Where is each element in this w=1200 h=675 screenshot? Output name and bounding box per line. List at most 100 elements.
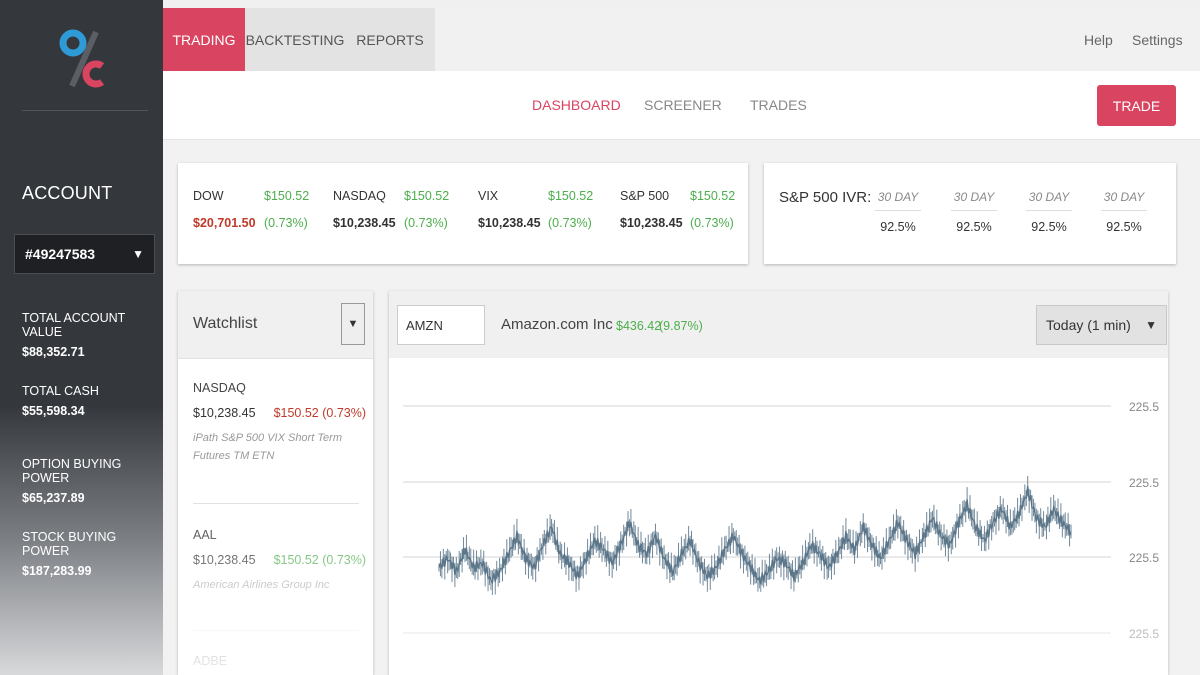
metric-value: $55,598.34 (22, 404, 85, 418)
watchlist-quote-row: $10,238.45 $150.52 (0.73%) (193, 553, 367, 567)
metric-label: OPTION BUYING POWER (22, 457, 122, 485)
ivr-column-header: 30 DAY (1101, 190, 1147, 211)
caret-down-icon: ▼ (347, 318, 359, 330)
price-chart[interactable]: 225.5 225.5 225.5 225.5 (389, 358, 1168, 675)
settings-link[interactable]: Settings (1132, 8, 1183, 71)
metric-stock-buying-power: STOCK BUYING POWER $187,283.99 (22, 530, 163, 578)
metric-label: TOTAL CASH (22, 384, 99, 398)
watchlist-header: Watchlist ▼ (178, 291, 373, 359)
help-link[interactable]: Help (1084, 8, 1113, 71)
watchlist-description: iPath S&P 500 VIX Short Term Futures TM … (193, 432, 342, 462)
watchlist-symbol: AAL (193, 528, 217, 542)
subnav-trades[interactable]: TRADES (750, 71, 807, 139)
tab-trading[interactable]: TRADING (163, 8, 245, 71)
symbol-input[interactable] (397, 305, 485, 345)
metric-value: $187,283.99 (22, 564, 92, 578)
watchlist-item[interactable]: NASDAQ $10,238.45 $150.52 (0.73%) iPath S… (193, 381, 367, 465)
watchlist-price: $10,238.45 (193, 553, 256, 567)
ivr-column: 30 DAY 92.5% (1026, 190, 1072, 234)
watchlist-description: American Airlines Group Inc (193, 579, 330, 591)
watchlist-divider (193, 503, 359, 504)
ivr-title: S&P 500 IVR: (779, 189, 872, 206)
top-nav: TRADING BACKTESTING REPORTS Help Setting… (163, 8, 1200, 71)
tab-reports[interactable]: REPORTS (345, 8, 435, 71)
market-sp500-change: $150.52 (0.73%) (690, 189, 735, 230)
market-change: $150.52 (690, 189, 736, 203)
market-price: $10,238.45 (478, 216, 541, 230)
sidebar: ACCOUNT #49247583 ▼ TOTAL ACCOUNT VALUE … (0, 0, 163, 675)
account-number: #49247583 (25, 246, 96, 262)
market-vix-change: $150.52 (0.73%) (548, 189, 593, 230)
ivr-column: 30 DAY 92.5% (875, 190, 921, 234)
sub-nav: DASHBOARD SCREENER TRADES TRADE (163, 71, 1200, 140)
metric-total-cash: TOTAL CASH $55,598.34 (22, 384, 99, 418)
market-pct: (0.73%) (404, 216, 448, 230)
account-title: ACCOUNT (22, 183, 113, 203)
watchlist-pct: (0.73%) (322, 553, 367, 567)
percent-c-logo-icon[interactable] (58, 26, 118, 92)
chart-tick-label: 225.5 (1129, 551, 1159, 565)
watchlist-item[interactable]: ADBE (193, 654, 363, 668)
metric-label: STOCK BUYING POWER (22, 530, 117, 558)
watchlist-pct: (0.73%) (322, 406, 367, 420)
market-indices-card: DOW $20,701.50 $150.52 (0.73%) NASDAQ $1… (178, 163, 748, 264)
market-nasdaq[interactable]: NASDAQ $10,238.45 (333, 189, 396, 230)
chart-card: Amazon.com Inc $436.42 (9.87%) Today (1 … (389, 291, 1168, 675)
market-price: $10,238.45 (333, 216, 396, 230)
market-name: NASDAQ (333, 189, 386, 203)
metric-value: $88,352.71 (22, 345, 85, 359)
chart-tick-label: 225.5 (1129, 476, 1159, 490)
chart-tick-label: 225.5 (1129, 400, 1159, 414)
metric-value: $65,237.89 (22, 491, 85, 505)
watchlist-item[interactable]: AAL $10,238.45 $150.52 (0.73%) American A… (193, 528, 367, 594)
company-price: $436.42 (616, 319, 662, 333)
market-price: $10,238.45 (620, 216, 683, 230)
ivr-column-value: 92.5% (880, 220, 916, 234)
subnav-dashboard[interactable]: DASHBOARD (532, 71, 621, 139)
company-name: Amazon.com Inc (501, 316, 613, 333)
dashboard-content: DOW $20,701.50 $150.52 (0.73%) NASDAQ $1… (163, 140, 1200, 675)
market-sp500[interactable]: S&P 500 $10,238.45 (620, 189, 683, 230)
market-change: $150.52 (404, 189, 450, 203)
watchlist-title: Watchlist (193, 315, 258, 332)
watchlist-change: $150.52 (273, 406, 319, 420)
market-price: $20,701.50 (193, 216, 256, 230)
company-pct: (9.87%) (659, 319, 703, 333)
tab-backtesting[interactable]: BACKTESTING (245, 8, 345, 71)
watchlist-price: $10,238.45 (193, 406, 256, 420)
account-select[interactable]: #49247583 ▼ (14, 234, 155, 274)
sidebar-divider (22, 110, 148, 111)
watchlist-dropdown[interactable]: ▼ (341, 303, 365, 345)
trade-button[interactable]: TRADE (1097, 85, 1176, 126)
watchlist-divider (193, 630, 359, 631)
watchlist-quote-row: $10,238.45 $150.52 (0.73%) (193, 406, 367, 420)
market-vix[interactable]: VIX $10,238.45 (478, 189, 541, 230)
market-dow[interactable]: DOW $20,701.50 (193, 189, 256, 230)
market-dow-change: $150.52 (0.73%) (264, 189, 309, 230)
caret-down-icon: ▼ (132, 247, 144, 261)
market-name: S&P 500 (620, 189, 670, 203)
metric-total-account-value: TOTAL ACCOUNT VALUE $88,352.71 (22, 311, 163, 359)
ivr-card: S&P 500 IVR: 30 DAY 92.5% 30 DAY 92.5% 3… (764, 163, 1176, 264)
market-nasdaq-change: $150.52 (0.73%) (404, 189, 449, 230)
watchlist-symbol: NASDAQ (193, 381, 246, 395)
metric-option-buying-power: OPTION BUYING POWER $65,237.89 (22, 457, 163, 505)
ivr-column: 30 DAY 92.5% (951, 190, 997, 234)
time-range-select[interactable]: Today (1 min) ▼ (1036, 305, 1167, 345)
ivr-column-value: 92.5% (1106, 220, 1142, 234)
market-pct: (0.73%) (548, 216, 592, 230)
watchlist-change: $150.52 (273, 553, 319, 567)
market-change: $150.52 (264, 189, 310, 203)
metric-label: TOTAL ACCOUNT VALUE (22, 311, 126, 339)
chart-tick-label: 225.5 (1129, 627, 1159, 641)
subnav-screener[interactable]: SCREENER (644, 71, 722, 139)
watchlist-card: Watchlist ▼ NASDAQ $10,238.45 $150.52 (0.… (178, 291, 373, 675)
time-range-value: Today (1 min) (1046, 317, 1131, 333)
market-change: $150.52 (548, 189, 594, 203)
ivr-column-value: 92.5% (956, 220, 992, 234)
watchlist-symbol: ADBE (193, 654, 228, 668)
ivr-column-header: 30 DAY (875, 190, 921, 211)
ivr-column-header: 30 DAY (1026, 190, 1072, 211)
ivr-column: 30 DAY 92.5% (1101, 190, 1147, 234)
market-name: VIX (478, 189, 499, 203)
